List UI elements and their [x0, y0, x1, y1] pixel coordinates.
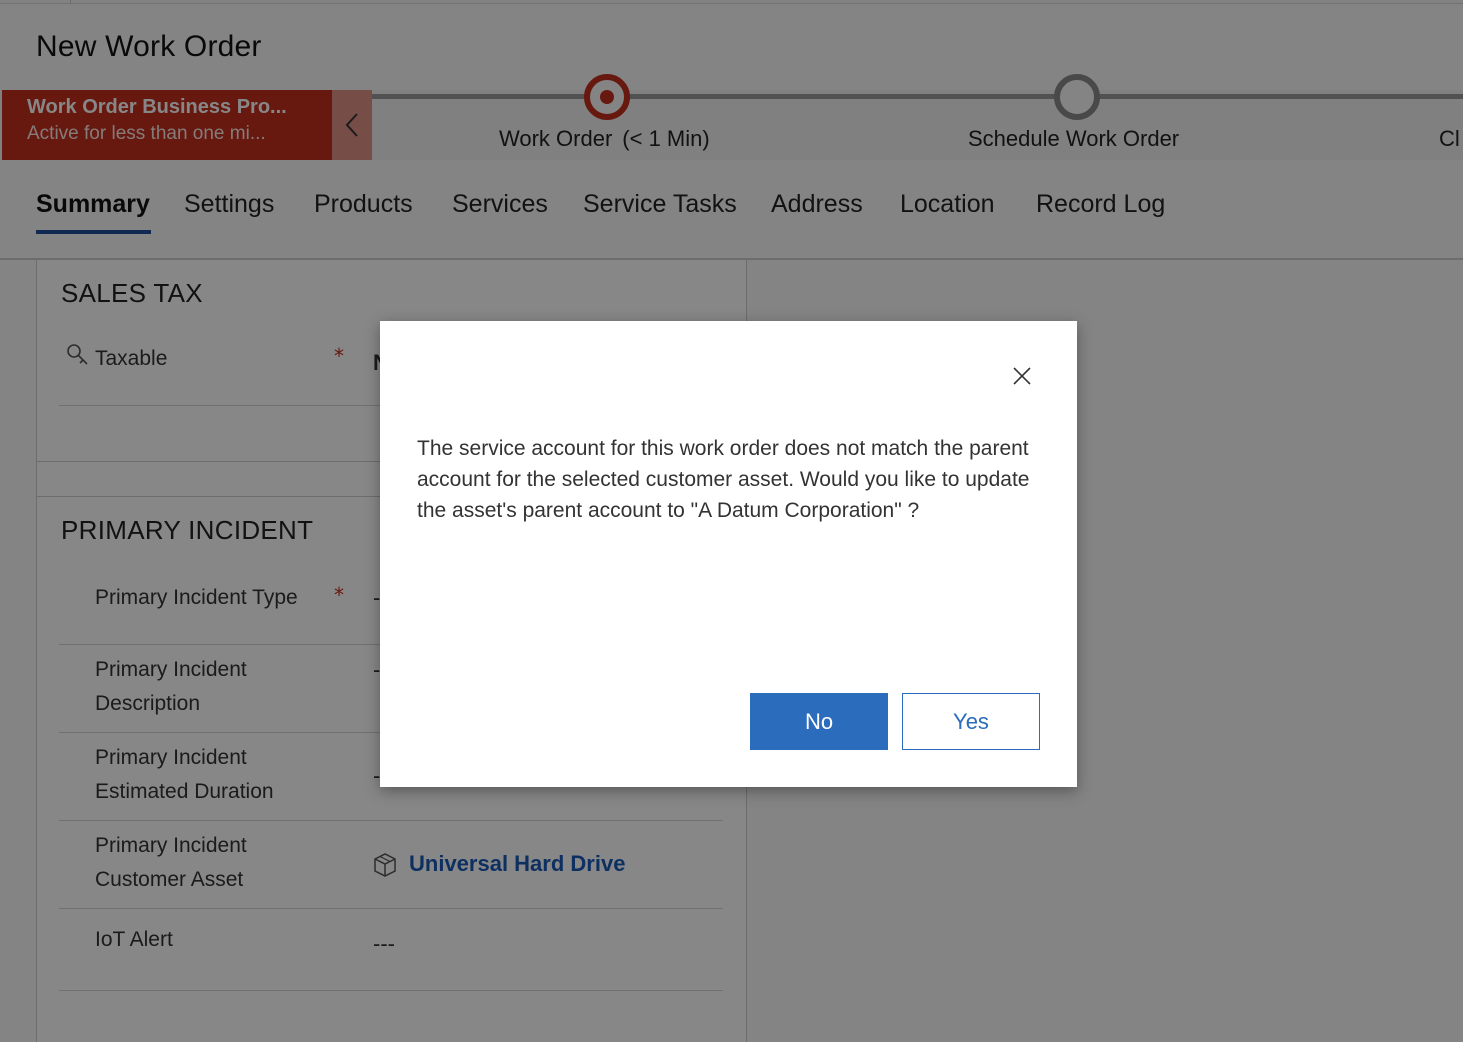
close-icon: [1013, 367, 1031, 385]
close-button[interactable]: [1009, 363, 1035, 389]
yes-button[interactable]: Yes: [902, 693, 1040, 750]
confirm-dialog: The service account for this work order …: [380, 321, 1077, 787]
dialog-message: The service account for this work order …: [417, 437, 1030, 522]
no-button[interactable]: No: [750, 693, 888, 750]
